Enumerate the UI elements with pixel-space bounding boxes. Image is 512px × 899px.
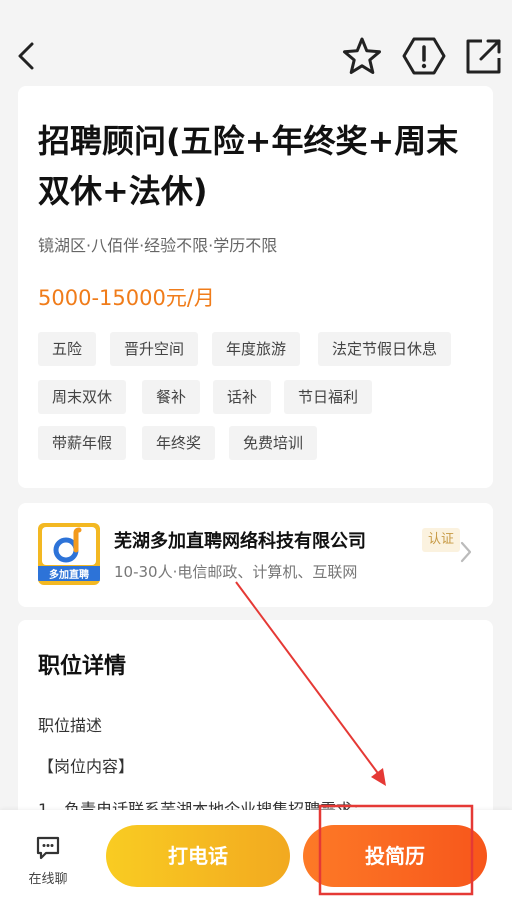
warning-hexagon-icon (402, 37, 446, 75)
benefit-tag: 晋升空间 (110, 332, 199, 366)
apply-resume-button[interactable]: 投简历 (303, 825, 487, 887)
logo-background (42, 527, 96, 565)
back-arrow-icon (18, 42, 34, 70)
benefit-tag: 五险 (38, 332, 97, 366)
detail-heading: 职位详情 (38, 654, 127, 679)
job-title: 招聘顾问(五险+年终奖+周末双休+法休) (38, 122, 459, 210)
back-button[interactable] (14, 38, 42, 74)
job-info-card: 招聘顾问(五险+年终奖+周末双休+法休) 镜湖区·八佰伴·经验不限·学历不限 5… (18, 86, 493, 488)
bottom-action-bar: 在线聊 打电话 投简历 (0, 810, 512, 899)
share-external-icon (466, 39, 501, 74)
benefit-tag: 年度旅游 (212, 332, 301, 366)
star-icon (343, 37, 381, 74)
benefit-tag: 餐补 (142, 380, 201, 414)
company-card[interactable]: 多加直聘 芜湖多加直聘网络科技有限公司 认证 10-30人·电信邮政、计算机、互… (18, 503, 493, 607)
benefit-tag: 话补 (213, 380, 272, 414)
job-salary: 5000-15000元/月 (38, 286, 215, 310)
logo-mark-icon (53, 527, 82, 563)
share-button[interactable] (464, 36, 504, 76)
detail-subheading: 职位描述 (38, 716, 103, 735)
benefit-tag: 法定节假日休息 (318, 332, 452, 366)
online-chat-button[interactable]: 在线聊 (18, 832, 78, 892)
favorite-button[interactable] (342, 36, 382, 76)
top-nav-bar (0, 0, 512, 86)
benefit-tag: 年终奖 (142, 426, 216, 460)
verified-badge: 认证 (422, 528, 461, 552)
chat-bubble-icon (36, 836, 60, 860)
chevron-right-icon (460, 541, 472, 563)
report-button[interactable] (402, 36, 446, 76)
benefit-tag: 节日福利 (284, 380, 373, 414)
benefit-tag: 免费培训 (229, 426, 318, 460)
company-name: 芜湖多加直聘网络科技有限公司 (114, 531, 366, 552)
call-button[interactable]: 打电话 (106, 825, 290, 887)
logo-text: 多加直聘 (38, 566, 100, 581)
company-meta: 10-30人·电信邮政、计算机、互联网 (114, 563, 358, 581)
benefit-tag: 带薪年假 (38, 426, 127, 460)
benefit-tag: 周末双休 (38, 380, 127, 414)
job-meta: 镜湖区·八佰伴·经验不限·学历不限 (38, 236, 278, 255)
job-detail-card: 职位详情 职位描述 【岗位内容】 1、负责电话联系芜湖本地企业搜集招聘需求； (18, 620, 493, 840)
company-logo: 多加直聘 (38, 523, 100, 585)
online-chat-label: 在线聊 (28, 872, 68, 887)
detail-section-title: 【岗位内容】 (38, 757, 135, 776)
